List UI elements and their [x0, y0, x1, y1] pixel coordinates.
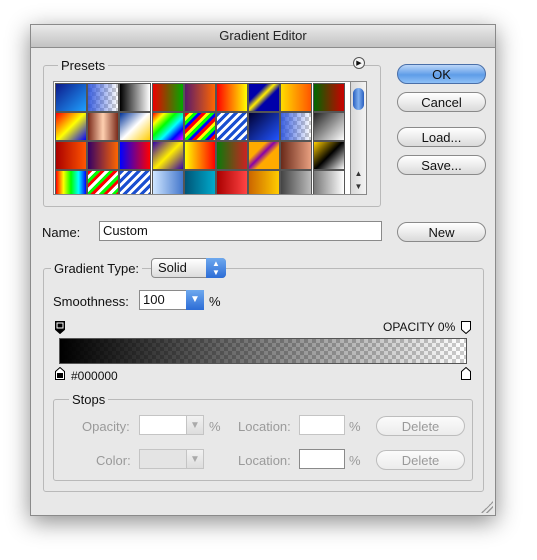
- load-button[interactable]: Load...: [397, 127, 486, 147]
- resize-grip-icon[interactable]: [481, 501, 493, 513]
- smoothness-field[interactable]: 100 ▼: [139, 290, 204, 310]
- preset-swatch[interactable]: [151, 83, 184, 112]
- color-delete-button: Delete: [376, 450, 465, 470]
- preset-swatch[interactable]: [216, 141, 248, 170]
- opacity-stop-right-icon[interactable]: [461, 321, 471, 334]
- cancel-button[interactable]: Cancel: [397, 92, 486, 112]
- gradient-fill: [60, 339, 466, 363]
- color-dropdown-icon: ▼: [186, 449, 204, 469]
- name-field[interactable]: Custom: [99, 221, 382, 241]
- preset-swatch[interactable]: [119, 112, 152, 141]
- preset-swatch[interactable]: [312, 83, 345, 112]
- presets-menu-icon[interactable]: ▶: [353, 57, 365, 69]
- color-field: ▼: [139, 449, 204, 469]
- presets-swatch-grid: [53, 81, 351, 195]
- preset-swatch[interactable]: [183, 170, 216, 194]
- preset-swatch[interactable]: [119, 83, 152, 112]
- name-label: Name:: [42, 225, 81, 240]
- preset-swatch[interactable]: [248, 83, 281, 112]
- ok-button[interactable]: OK: [397, 64, 486, 84]
- preset-swatch[interactable]: [55, 170, 87, 194]
- opacity-stop-left-icon[interactable]: [55, 321, 65, 334]
- preset-swatch[interactable]: [55, 83, 87, 112]
- scroll-thumb[interactable]: [353, 88, 364, 110]
- preset-swatch[interactable]: [151, 141, 184, 170]
- stops-label: Stops: [69, 392, 109, 407]
- opacity-stop-label: OPACITY 0%: [383, 320, 456, 334]
- gradient-preview-bar[interactable]: [59, 338, 467, 364]
- opacity-dropdown-icon: ▼: [186, 415, 204, 435]
- preset-swatch[interactable]: [312, 112, 345, 141]
- gradient-type-value: Solid: [158, 260, 187, 275]
- preset-swatch[interactable]: [119, 141, 152, 170]
- opacity-location-label: Location:: [238, 419, 291, 434]
- updown-icon: ▲ ▼: [206, 258, 226, 278]
- preset-swatch[interactable]: [183, 141, 216, 170]
- scroll-down-icon[interactable]: ▼: [351, 181, 366, 193]
- preset-swatch[interactable]: [55, 141, 87, 170]
- preset-swatch[interactable]: [248, 141, 281, 170]
- opacity-unit: %: [209, 419, 221, 434]
- preset-swatch[interactable]: [312, 170, 345, 194]
- save-button[interactable]: Save...: [397, 155, 486, 175]
- preset-swatch[interactable]: [151, 170, 184, 194]
- color-stop-left-icon[interactable]: [55, 367, 65, 380]
- preset-swatch[interactable]: [248, 170, 281, 194]
- preset-swatch[interactable]: [248, 112, 281, 141]
- presets-label: Presets: [58, 58, 109, 73]
- preset-swatch[interactable]: [280, 83, 313, 112]
- preset-swatch[interactable]: [216, 170, 248, 194]
- preset-swatch[interactable]: [280, 141, 313, 170]
- color-location-unit: %: [349, 453, 361, 468]
- preset-swatch[interactable]: [216, 112, 248, 141]
- new-button[interactable]: New: [397, 222, 486, 242]
- preset-swatch[interactable]: [216, 83, 248, 112]
- opacity-delete-button: Delete: [376, 416, 465, 436]
- gradient-editor-window: Gradient Editor Presets ▶ ▲ ▼ OK Cancel …: [30, 24, 496, 516]
- preset-swatch[interactable]: [87, 83, 120, 112]
- preset-swatch[interactable]: [280, 112, 313, 141]
- window-title: Gradient Editor: [31, 25, 495, 48]
- opacity-label: Opacity:: [82, 419, 130, 434]
- scroll-up-icon[interactable]: ▲: [351, 168, 366, 180]
- opacity-location-field: [299, 415, 345, 435]
- smoothness-dropdown-icon[interactable]: ▼: [186, 290, 204, 310]
- color-location-field[interactable]: [299, 449, 345, 469]
- preset-swatch[interactable]: [55, 112, 87, 141]
- smoothness-label: Smoothness:: [53, 294, 129, 309]
- preset-swatch[interactable]: [87, 141, 120, 170]
- presets-scrollbar[interactable]: ▲ ▼: [351, 81, 367, 195]
- preset-swatch[interactable]: [280, 170, 313, 194]
- preset-swatch[interactable]: [119, 170, 152, 194]
- preset-swatch[interactable]: [87, 170, 120, 194]
- color-label: Color:: [96, 453, 131, 468]
- smoothness-value: 100: [143, 292, 165, 307]
- color-location-label: Location:: [238, 453, 291, 468]
- preset-swatch[interactable]: [183, 112, 216, 141]
- color-stop-right-icon[interactable]: [461, 367, 471, 380]
- preset-swatch[interactable]: [87, 112, 120, 141]
- gradient-type-select[interactable]: Solid ▲ ▼: [151, 258, 226, 278]
- opacity-location-unit: %: [349, 419, 361, 434]
- preset-swatch[interactable]: [151, 112, 184, 141]
- gradient-type-label: Gradient Type:: [51, 261, 143, 276]
- smoothness-unit: %: [209, 294, 221, 309]
- preset-swatch[interactable]: [183, 83, 216, 112]
- color-stop-label: #000000: [71, 369, 118, 383]
- opacity-field: ▼: [139, 415, 204, 435]
- preset-swatch[interactable]: [312, 141, 345, 170]
